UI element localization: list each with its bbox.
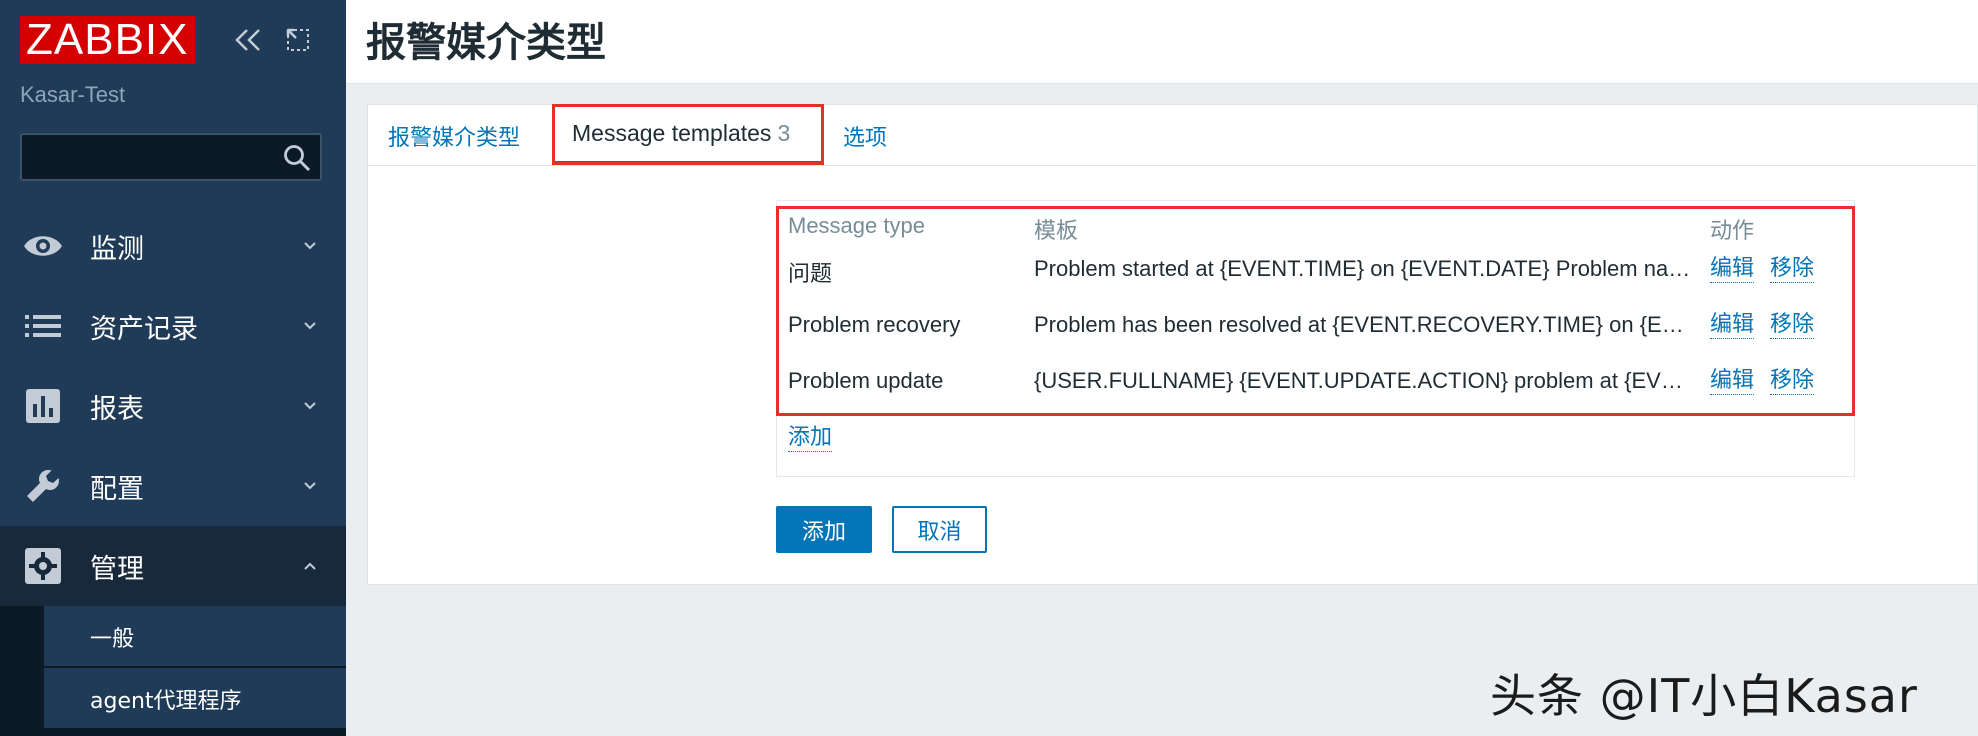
cancel-button[interactable]: 取消 [892,506,987,553]
edit-link[interactable]: 编辑 [1710,368,1755,395]
chevron-down-icon [304,402,316,410]
templates-panel [776,200,1855,477]
collapse-sidebar-icon[interactable] [232,24,264,56]
row-message-type: 问题 [788,261,833,286]
remove-link[interactable]: 移除 [1770,256,1815,283]
menu-item-administration[interactable]: 管理 [0,526,346,606]
edit-link[interactable]: 编辑 [1710,256,1755,283]
menu-label: 配置 [90,473,144,505]
search-icon[interactable] [282,143,312,173]
row-message-type: Problem update [788,368,944,393]
submenu-label: agent代理程序 [90,689,242,714]
chevron-up-icon [304,562,316,570]
menu-item-monitoring[interactable]: 监测 [0,206,346,286]
remove-link[interactable]: 移除 [1770,368,1815,395]
submenu-item-proxies[interactable]: agent代理程序 [44,668,346,728]
edit-link[interactable]: 编辑 [1710,312,1755,339]
header-template: 模板 [1034,218,1079,243]
add-button[interactable]: 添加 [776,506,872,553]
active-tab-indicator [553,161,824,165]
submenu-item-general[interactable]: 一般 [44,606,346,666]
watermark-text: 头条 @IT小白Kasar [1490,669,1918,723]
bar-chart-icon [22,386,64,426]
tab-label: Message templates [572,120,772,146]
tab-media-type[interactable]: 报警媒介类型 [388,120,520,152]
menu-item-inventory[interactable]: 资产记录 [0,286,346,366]
server-name: Kasar-Test [20,82,126,107]
search-input[interactable] [22,135,262,179]
list-icon [22,306,64,346]
header-message-type: Message type [788,213,925,238]
menu-item-configuration[interactable]: 配置 [0,446,346,526]
menu-item-reports[interactable]: 报表 [0,366,346,446]
menu-label: 监测 [90,233,144,265]
sidebar: ZABBIX Kasar-Test 监测 资产记录 报表 配置 管理 一般 ag… [0,0,346,736]
row-message-type: Problem recovery [788,312,961,337]
chevron-down-icon [304,482,316,490]
chevron-down-icon [304,322,316,330]
chevron-down-icon [304,242,316,250]
add-template-link[interactable]: 添加 [788,425,833,452]
submenu-label: 一般 [90,627,135,652]
admin-submenu: 一般 agent代理程序 [0,606,346,736]
tab-message-templates[interactable]: Message templates 3 [572,120,790,147]
tab-count-badge: 3 [777,120,791,146]
page-title: 报警媒介类型 [366,20,606,66]
menu-label: 资产记录 [90,313,198,345]
menu-label: 管理 [90,553,144,585]
tabs-divider [367,165,1978,166]
row-template: Problem started at {EVENT.TIME} on {EVEN… [1034,256,1696,281]
eye-icon [22,226,64,266]
tab-options[interactable]: 选项 [843,120,887,152]
row-template: Problem has been resolved at {EVENT.RECO… [1034,312,1696,337]
header-action: 动作 [1710,218,1755,243]
logo[interactable]: ZABBIX [20,16,195,64]
menu-label: 报表 [90,393,144,425]
remove-link[interactable]: 移除 [1770,312,1815,339]
row-template: {USER.FULLNAME} {EVENT.UPDATE.ACTION} pr… [1034,368,1696,393]
kiosk-mode-icon[interactable] [282,24,314,56]
zabbix-logo[interactable]: ZABBIX [20,16,195,64]
gear-icon [22,546,64,586]
search-box [20,133,322,181]
wrench-icon [22,466,64,506]
